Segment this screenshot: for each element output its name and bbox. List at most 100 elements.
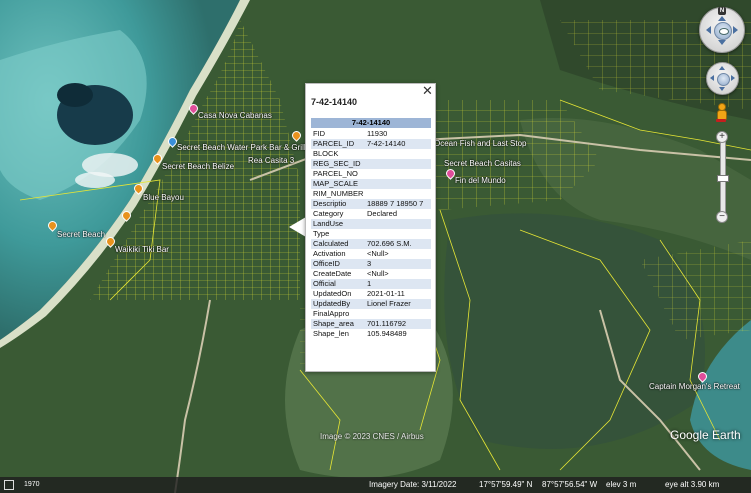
- close-icon[interactable]: ✕: [422, 83, 433, 99]
- attribute-key: RIM_NUMBER: [313, 189, 364, 198]
- attribute-row: Calculated 702.696 S.M.: [311, 239, 431, 249]
- attribute-value: 105.948489: [367, 329, 407, 338]
- place-label[interactable]: Secret Beach Belize: [162, 162, 234, 171]
- move-center-icon[interactable]: [717, 73, 730, 86]
- attribute-key: UpdatedBy: [311, 299, 365, 309]
- attribute-key: FinalAppro: [313, 309, 350, 318]
- move-down-arrow-icon[interactable]: [719, 87, 725, 91]
- parcel-info-popup: 7-42-14140 ✕ 7-42-14140 FID 11930 PARCEL_I…: [305, 83, 436, 372]
- attribute-value: 702.696 S.M.: [365, 239, 431, 249]
- move-left-arrow-icon[interactable]: [710, 75, 714, 81]
- place-label[interactable]: Blue Bayou: [143, 193, 184, 202]
- attribute-value: <Null>: [367, 269, 389, 278]
- attribute-value: [365, 179, 431, 189]
- attribute-row: FinalAppro: [311, 309, 431, 319]
- attribute-table: FID 11930 PARCEL_ID 7-42-14140 BLOCK REG_SEC_…: [311, 129, 431, 339]
- attribute-key: MAP_SCALE: [311, 179, 365, 189]
- move-right-arrow-icon[interactable]: [731, 75, 735, 81]
- attribute-value: 701.116792: [365, 319, 431, 329]
- zoom-out-button[interactable]: −: [716, 211, 728, 223]
- attribute-row: PARCEL_NO: [311, 169, 431, 179]
- attribute-value: 7-42-14140: [365, 139, 431, 149]
- look-down-arrow-icon[interactable]: [718, 40, 726, 45]
- attribute-row: FID 11930: [311, 129, 431, 139]
- move-navigation-ring[interactable]: [706, 62, 739, 95]
- attribute-key: Shape_area: [311, 319, 365, 329]
- north-indicator: N: [718, 7, 726, 15]
- look-center-eye-icon[interactable]: [714, 22, 732, 40]
- attribute-value: [365, 309, 431, 319]
- attribute-key: Official: [311, 279, 365, 289]
- attribute-value: 11930: [367, 129, 388, 138]
- attribute-row: PARCEL_ID 7-42-14140: [311, 139, 431, 149]
- place-label[interactable]: Secret Beach Casitas: [444, 159, 521, 168]
- place-label[interactable]: Secret Beach: [57, 230, 105, 239]
- attribute-row: Type: [311, 229, 431, 239]
- place-label[interactable]: Fin del Mundo: [455, 176, 506, 185]
- popup-table-header: 7-42-14140: [311, 118, 431, 128]
- look-navigation-ring[interactable]: N: [699, 7, 745, 53]
- popup-tail: [289, 217, 306, 237]
- place-label[interactable]: Ocean Fish and Last Stop: [434, 139, 527, 148]
- attribute-key: CreateDate: [313, 269, 352, 278]
- attribute-row: REG_SEC_ID: [311, 159, 431, 169]
- longitude-readout: 87°57'56.54" W: [542, 480, 598, 489]
- attribute-row: Category Declared: [311, 209, 431, 219]
- scale-label: 1970: [24, 481, 40, 488]
- look-left-arrow-icon[interactable]: [706, 26, 711, 34]
- attribute-row: BLOCK: [311, 149, 431, 159]
- attribute-value: [365, 229, 431, 239]
- place-label[interactable]: Waikiki Tiki Bar: [115, 245, 169, 254]
- scale-legend-icon: [4, 480, 14, 490]
- street-view-pegman-icon[interactable]: [715, 103, 727, 123]
- place-label[interactable]: Secret Beach Water Park Bar & Grill: [177, 143, 306, 152]
- attribute-key: PARCEL_ID: [311, 139, 365, 149]
- attribute-row: CreateDate <Null>: [311, 269, 431, 279]
- attribute-row: OfficeID 3: [311, 259, 431, 269]
- attribute-row: MAP_SCALE: [311, 179, 431, 189]
- attribute-row: Activation <Null>: [311, 249, 431, 259]
- eye-altitude-readout: eye alt 3.90 km: [665, 480, 720, 489]
- attribute-key: UpdatedOn: [313, 289, 352, 298]
- attribute-row: Shape_area 701.116792: [311, 319, 431, 329]
- attribute-key: REG_SEC_ID: [311, 159, 365, 169]
- zoom-slider-thumb[interactable]: [717, 175, 729, 182]
- attribute-key: Category: [313, 209, 344, 218]
- look-up-arrow-icon[interactable]: [718, 16, 726, 21]
- attribute-value: 18889 7 18950 7: [365, 199, 431, 209]
- move-up-arrow-icon[interactable]: [719, 66, 725, 70]
- attribute-key: FID: [313, 129, 326, 138]
- attribute-row: RIM_NUMBER: [311, 189, 431, 199]
- google-earth-watermark: Google Earth: [670, 428, 741, 442]
- place-label[interactable]: Captain Morgan's Retreat: [649, 382, 740, 391]
- attribute-value: [365, 169, 431, 179]
- attribute-key: Descriptio: [311, 199, 365, 209]
- attribute-row: Descriptio 18889 7 18950 7: [311, 199, 431, 209]
- attribute-key: OfficeID: [311, 259, 365, 269]
- status-bar: 1970 Imagery Date: 3/11/2022 17°57'59.49…: [0, 477, 751, 493]
- attribute-row: Shape_len 105.948489: [311, 329, 431, 339]
- place-label[interactable]: Casa Nova Cabanas: [198, 111, 272, 120]
- attribute-value: Declared: [367, 209, 398, 218]
- attribute-value: [365, 149, 431, 159]
- popup-title: 7-42-14140: [311, 97, 358, 107]
- place-label[interactable]: Rea Casita 3: [248, 156, 294, 165]
- attribute-value: <Null>: [367, 249, 389, 258]
- attribute-key: PARCEL_NO: [313, 169, 358, 178]
- attribute-value: 3: [365, 259, 431, 269]
- imagery-date: Imagery Date: 3/11/2022: [369, 480, 457, 489]
- attribute-key: BLOCK: [313, 149, 339, 158]
- zoom-slider[interactable]: + −: [716, 131, 729, 225]
- attribute-key: Calculated: [311, 239, 365, 249]
- attribute-key: LandUse: [311, 219, 365, 229]
- attribute-row: UpdatedOn 2021-01-11: [311, 289, 431, 299]
- attribute-key: Type: [313, 229, 330, 238]
- latitude-readout: 17°57'59.49" N: [479, 480, 533, 489]
- elevation-readout: elev 3 m: [606, 480, 637, 489]
- look-right-arrow-icon[interactable]: [733, 26, 738, 34]
- image-credit: Image © 2023 CNES / Airbus: [320, 432, 424, 441]
- attribute-value: [365, 189, 431, 199]
- zoom-in-button[interactable]: +: [716, 131, 728, 143]
- attribute-value: [365, 159, 431, 169]
- attribute-row: UpdatedBy Lionel Frazer: [311, 299, 431, 309]
